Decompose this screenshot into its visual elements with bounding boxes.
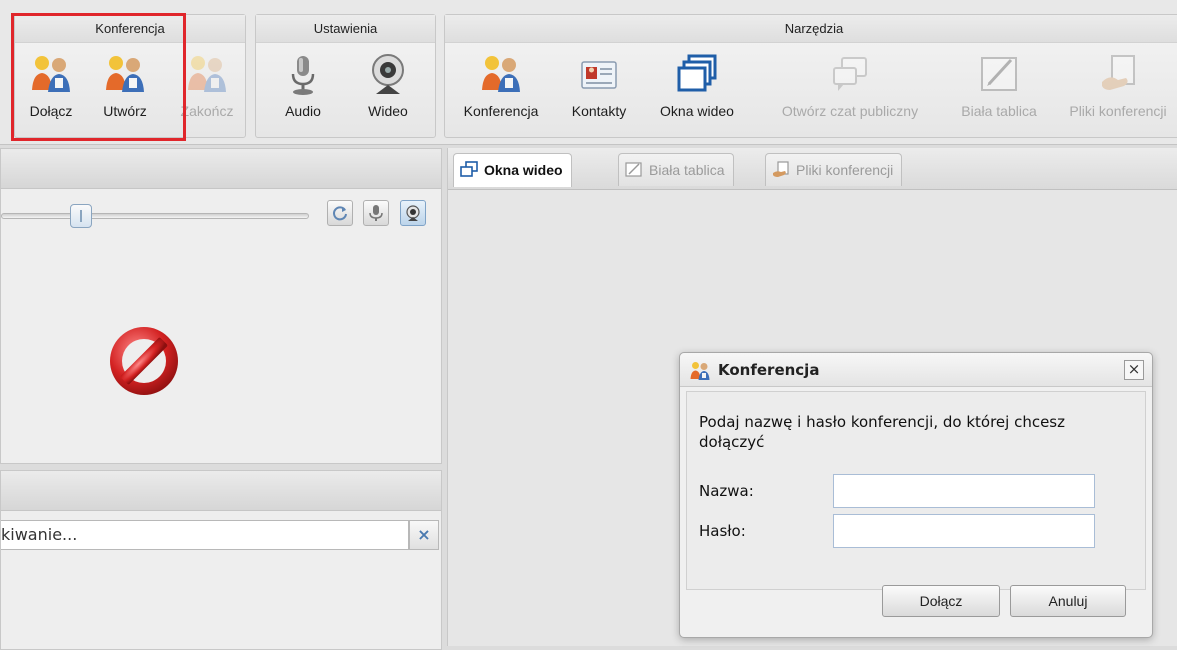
volume-slider[interactable] <box>1 213 309 219</box>
whiteboard-icon <box>981 57 1017 91</box>
password-label: Hasło: <box>699 522 746 540</box>
participants-panel: kiwanie... × <box>0 470 442 650</box>
search-input-text: kiwanie... <box>1 525 78 544</box>
dialog-title-bar[interactable]: Konferencja × <box>680 353 1152 387</box>
dialog-message: Podaj nazwę i hasło konferencji, do któr… <box>699 413 1065 451</box>
video-preview-panel <box>0 148 442 464</box>
users-create-icon <box>106 56 144 92</box>
dialog-title: Konferencja <box>718 361 820 379</box>
join-submit-button[interactable]: Dołącz <box>882 585 1000 617</box>
forbidden-icon <box>110 327 178 395</box>
search-input[interactable]: kiwanie... <box>1 520 409 550</box>
microphone-toggle-button[interactable] <box>363 200 389 226</box>
toolbar-group-title: Ustawienia <box>256 15 435 43</box>
video-windows-icon <box>677 54 717 92</box>
conference-files-icon <box>1102 55 1135 90</box>
tab-bar: Okna wideo Biała tablica Pliki konferenc… <box>448 148 1177 190</box>
close-icon: × <box>1127 360 1141 378</box>
webcam-small-icon <box>406 205 420 221</box>
create-button[interactable]: Utwórz <box>91 47 159 133</box>
public-chat-button[interactable]: Otwórz czat publiczny <box>757 47 943 133</box>
search-clear-button[interactable]: × <box>409 520 439 550</box>
microphone-icon <box>291 56 315 95</box>
conference-password-input[interactable] <box>833 514 1095 548</box>
dialog-close-button[interactable]: × <box>1124 360 1144 380</box>
toolbar-group-settings: Ustawienia Audio Wideo <box>255 14 436 138</box>
webcam-icon <box>372 54 404 94</box>
main-toolbar: Konferencja Dołącz Utwórz Zakończ Ustawi… <box>0 0 1177 145</box>
video-windows-icon <box>460 161 478 177</box>
video-windows-button[interactable]: Okna wideo <box>649 47 745 133</box>
refresh-icon <box>333 206 347 221</box>
refresh-button[interactable] <box>327 200 353 226</box>
toolbar-group-title: Narzędzia <box>445 15 1177 43</box>
panel-header <box>1 149 441 189</box>
panel-header <box>1 471 441 511</box>
conference-name-input[interactable] <box>833 474 1095 508</box>
users-conference-icon <box>482 56 520 92</box>
conference-files-button[interactable]: Pliki konferencji <box>1053 47 1177 133</box>
video-button[interactable]: Wideo <box>352 47 424 133</box>
contact-card-icon <box>581 61 617 89</box>
contacts-button[interactable]: Kontakty <box>561 47 637 133</box>
whiteboard-button[interactable]: Biała tablica <box>949 47 1049 133</box>
end-button[interactable]: Zakończ <box>171 47 243 133</box>
cancel-button[interactable]: Anuluj <box>1010 585 1126 617</box>
users-end-icon <box>188 56 226 92</box>
conference-tool-button[interactable]: Konferencja <box>451 47 551 133</box>
name-label: Nazwa: <box>699 482 754 500</box>
users-join-icon <box>32 56 70 92</box>
tab-video-windows[interactable]: Okna wideo <box>453 153 572 187</box>
webcam-toggle-button[interactable] <box>400 200 426 226</box>
tab-whiteboard[interactable]: Biała tablica <box>618 153 734 186</box>
conference-files-icon <box>773 161 789 177</box>
join-conference-dialog: Konferencja × Podaj nazwę i hasło konfer… <box>679 352 1153 638</box>
volume-slider-thumb[interactable] <box>70 204 92 228</box>
join-button[interactable]: Dołącz <box>19 47 83 133</box>
audio-button[interactable]: Audio <box>268 47 338 133</box>
whiteboard-icon <box>625 162 642 177</box>
users-icon <box>690 362 710 380</box>
dialog-body: Podaj nazwę i hasło konferencji, do któr… <box>686 391 1146 590</box>
tab-conference-files[interactable]: Pliki konferencji <box>765 153 903 186</box>
microphone-small-icon <box>369 205 383 221</box>
toolbar-group-conference: Konferencja Dołącz Utwórz Zakończ <box>14 14 246 138</box>
toolbar-group-title: Konferencja <box>15 15 245 43</box>
close-icon: × <box>417 525 431 544</box>
chat-bubbles-icon <box>833 57 867 91</box>
toolbar-group-tools: Narzędzia Konferencja Kontakty Okna wide… <box>444 14 1177 138</box>
